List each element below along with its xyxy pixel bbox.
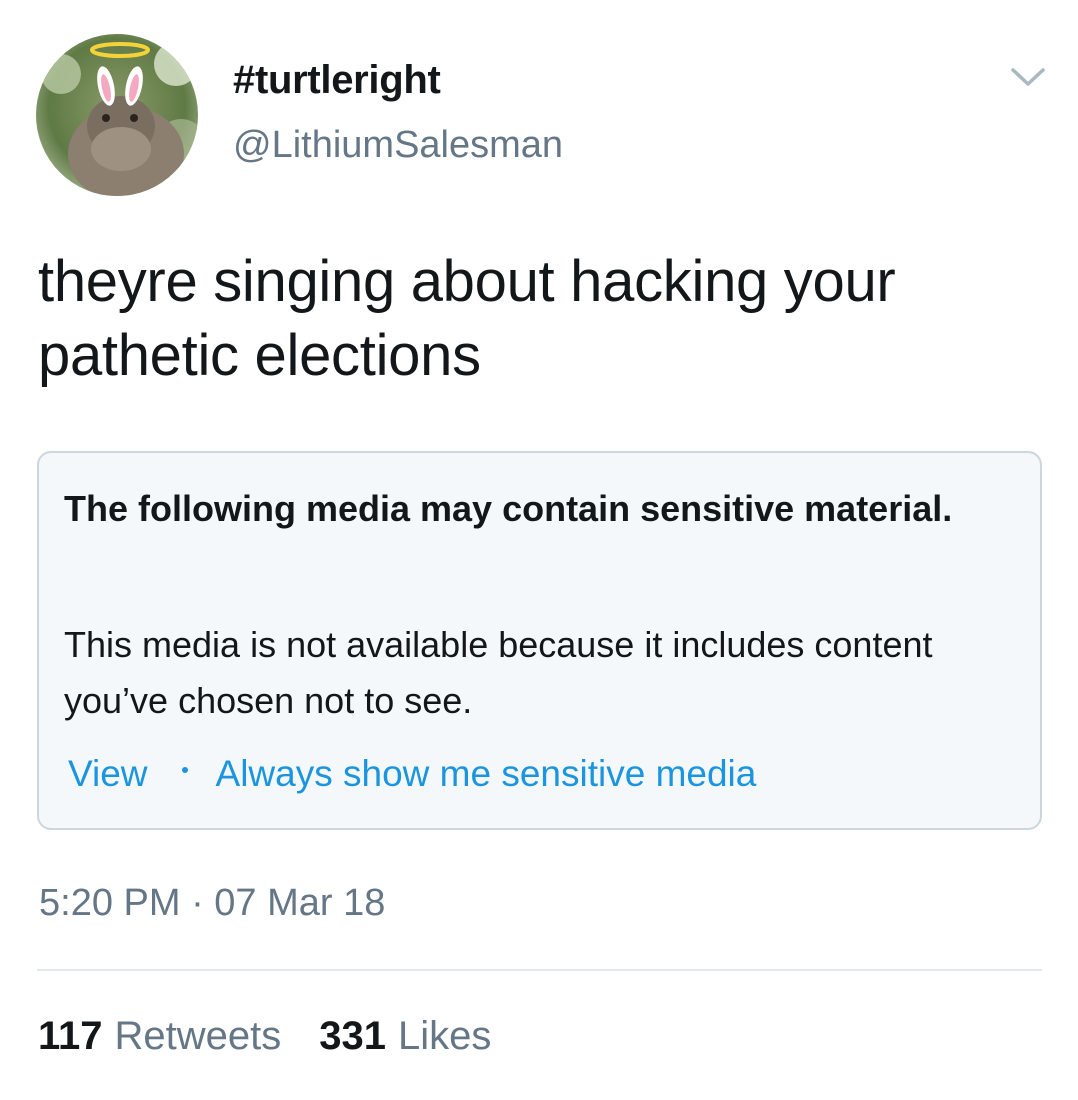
- avatar[interactable]: [36, 34, 198, 196]
- divider: [37, 969, 1042, 971]
- separator-dot: [181, 767, 188, 773]
- display-name[interactable]: #turtleright: [233, 58, 441, 103]
- tweet-text: theyre singing about hacking your pathet…: [38, 249, 896, 388]
- sensitive-media-actions: View Always show me sensitive media: [68, 753, 756, 795]
- sensitive-media-card: The following media may contain sensitiv…: [37, 451, 1042, 830]
- likes-label: Likes: [398, 1014, 492, 1058]
- always-show-sensitive-link[interactable]: Always show me sensitive media: [216, 753, 757, 795]
- tweet-timestamp[interactable]: 5:20 PM · 07 Mar 18: [39, 882, 385, 925]
- view-media-link[interactable]: View: [68, 753, 148, 795]
- retweets-stat[interactable]: 117 Retweets: [38, 1014, 281, 1059]
- chevron-down-icon[interactable]: [1010, 66, 1046, 88]
- sensitive-media-title: The following media may contain sensitiv…: [64, 488, 953, 529]
- retweets-label: Retweets: [114, 1014, 282, 1058]
- tweet-stats: 117 Retweets 331 Likes: [38, 1014, 491, 1059]
- avatar-image: [36, 34, 198, 196]
- sensitive-media-description: This media is not available because it i…: [64, 624, 933, 721]
- retweets-count: 117: [38, 1014, 103, 1058]
- user-handle[interactable]: @LithiumSalesman: [233, 124, 563, 167]
- likes-stat[interactable]: 331 Likes: [319, 1014, 491, 1059]
- likes-count: 331: [319, 1014, 387, 1058]
